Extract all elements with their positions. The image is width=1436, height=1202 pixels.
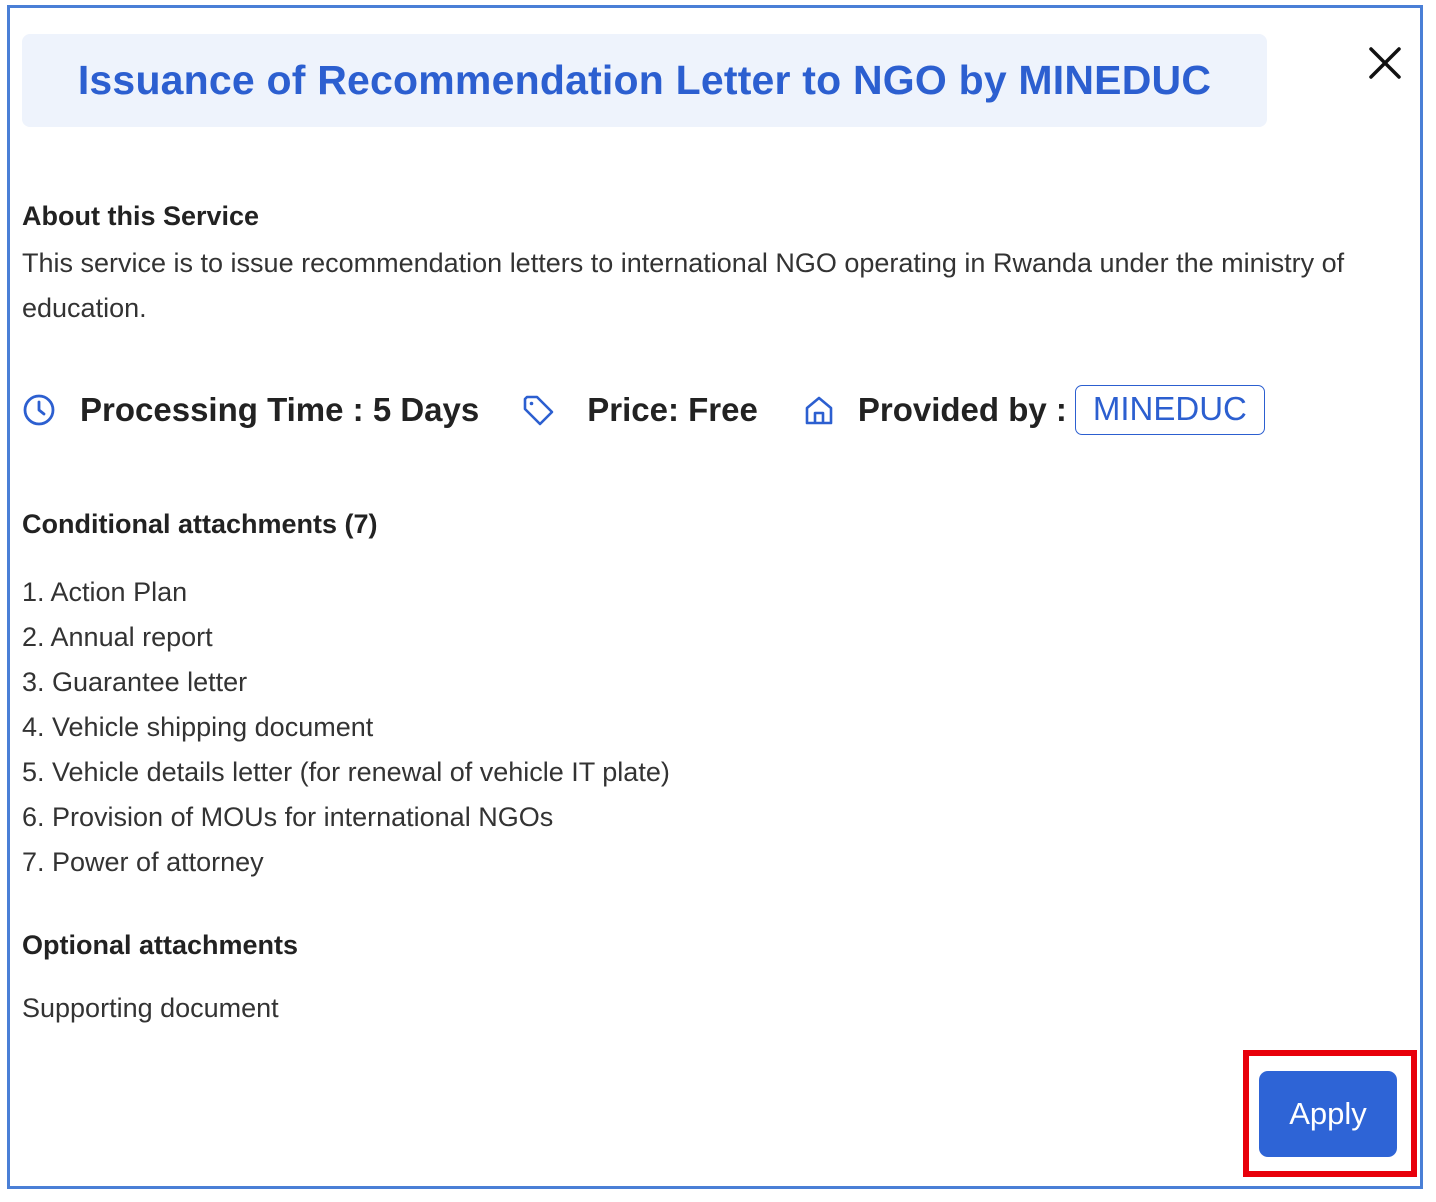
dialog-title: Issuance of Recommendation Letter to NGO…: [77, 57, 1212, 103]
list-item: 3. Guarantee letter: [22, 667, 248, 697]
home-icon: [805, 396, 833, 425]
optional-attachments-text: Supporting document: [22, 993, 279, 1023]
service-details-dialog: Issuance of Recommendation Letter to NGO…: [7, 5, 1423, 1189]
apply-button[interactable]: Apply: [1259, 1071, 1397, 1157]
about-heading: About this Service: [22, 201, 260, 231]
list-item: 7. Power of attorney: [22, 847, 264, 877]
list-item: 5. Vehicle details letter (for renewal o…: [22, 757, 670, 787]
list-item: 6. Provision of MOUs for international N…: [22, 802, 554, 832]
conditional-attachments-list: 1. Action Plan 2. Annual report 3. Guara…: [22, 570, 670, 885]
provider-badge: MINEDUC: [1074, 385, 1265, 435]
provided-by-label: Provided by :: [857, 391, 1067, 428]
conditional-attachments-heading: Conditional attachments (7): [22, 509, 378, 539]
clock-icon: [23, 394, 55, 426]
optional-attachments-heading: Optional attachments: [22, 930, 299, 960]
close-button[interactable]: [1366, 44, 1404, 82]
list-item: 2. Annual report: [22, 622, 213, 652]
about-description: This service is to issue recommendation …: [22, 248, 1345, 323]
list-item: 1. Action Plan: [22, 577, 188, 607]
list-item: 4. Vehicle shipping document: [22, 712, 374, 742]
service-meta-row: Processing Time : 5 Days Price: Free Pro…: [22, 384, 1265, 436]
tag-icon: [523, 395, 554, 426]
dialog-header: Issuance of Recommendation Letter to NGO…: [22, 34, 1267, 127]
price: Price: Free: [587, 391, 758, 428]
processing-time: Processing Time : 5 Days: [80, 391, 480, 428]
close-icon[interactable]: [1366, 44, 1404, 82]
